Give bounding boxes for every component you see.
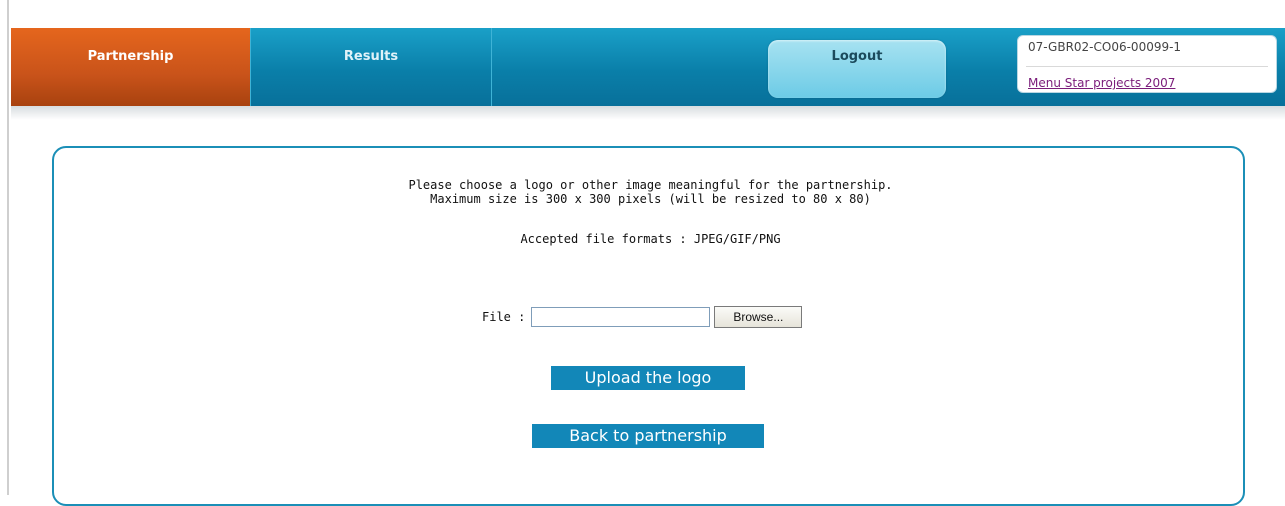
project-divider <box>1026 66 1268 67</box>
project-code: 07-GBR02-CO06-00099-1 <box>1028 40 1182 54</box>
file-label: File : <box>482 310 526 324</box>
left-edge-rule <box>7 0 9 495</box>
project-info-box: 07-GBR02-CO06-00099-1 Menu Star projects… <box>1017 35 1277 93</box>
browse-button[interactable]: Browse... <box>714 306 803 328</box>
instruction-line-2: Maximum size is 300 x 300 pixels (will b… <box>430 192 871 206</box>
logout-label: Logout <box>831 49 883 64</box>
upload-logo-button[interactable]: Upload the logo <box>551 366 745 390</box>
accepted-formats: Accepted file formats : JPEG/GIF/PNG <box>520 232 781 246</box>
logout-button[interactable]: Logout <box>768 40 946 98</box>
tab-partnership[interactable]: Partnership <box>11 28 250 106</box>
back-to-partnership-button[interactable]: Back to partnership <box>532 424 764 448</box>
panel-bottom-cutoff <box>66 464 1231 495</box>
tab-results[interactable]: Results <box>250 28 492 106</box>
instruction-line-1: Please choose a logo or other image mean… <box>408 178 893 192</box>
tab-results-label: Results <box>343 49 399 64</box>
file-picker-row: File : Browse... <box>482 306 803 328</box>
upload-instructions: Please choose a logo or other image mean… <box>54 178 1247 206</box>
upload-panel: Please choose a logo or other image mean… <box>52 146 1245 506</box>
navbar-shadow <box>11 106 1285 120</box>
menu-star-projects-link[interactable]: Menu Star projects 2007 <box>1028 76 1175 90</box>
top-navbar: Partnership Results Logout 07-GBR02-CO06… <box>11 28 1285 106</box>
tab-partnership-label: Partnership <box>87 49 174 64</box>
file-path-input[interactable] <box>531 307 711 327</box>
